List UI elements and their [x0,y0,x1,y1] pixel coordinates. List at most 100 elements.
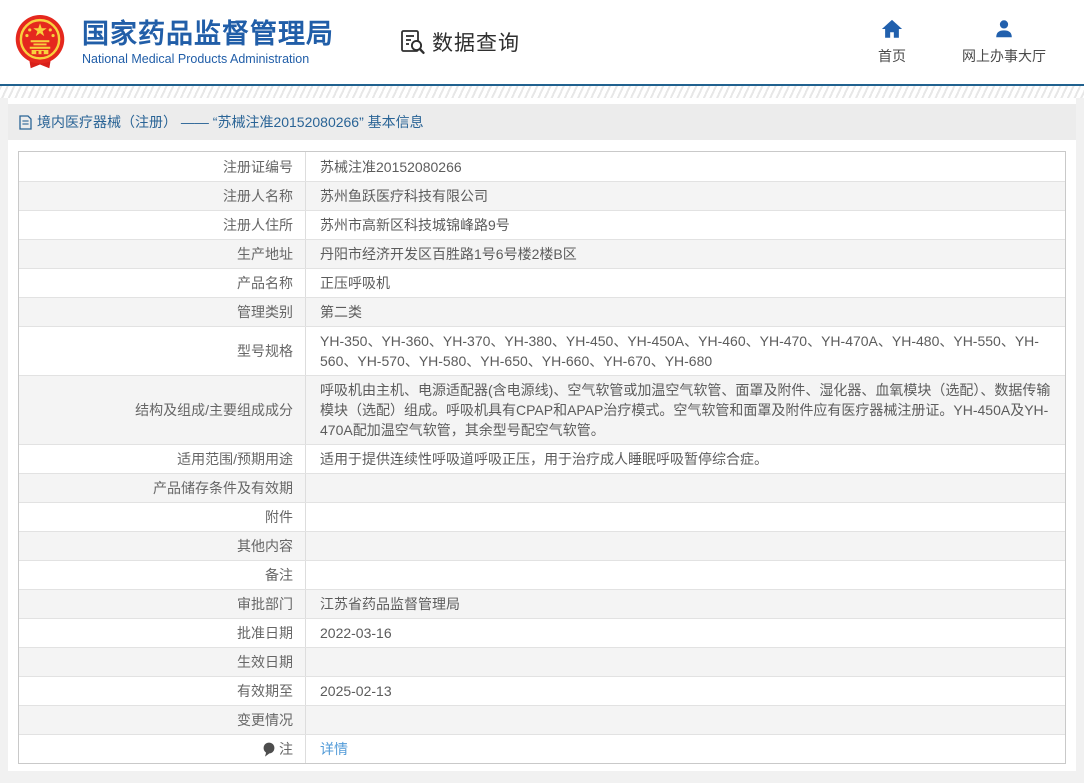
row-value [306,474,1065,502]
table-row: 变更情况 [19,705,1065,734]
registration-info-table: 注册证编号 苏械注准20152080266 注册人名称 苏州鱼跃医疗科技有限公司… [18,151,1066,764]
row-label-text: 变更情况 [237,712,293,728]
row-label: 变更情况 [19,706,306,734]
breadcrumb: 境内医疗器械（注册） —— “苏械注准20152080266” 基本信息 [8,104,1076,140]
row-label-text: 注册人住所 [223,217,293,233]
row-label: 其他内容 [19,532,306,560]
row-value-text: 第二类 [320,304,362,320]
header-hatch-divider [0,86,1084,98]
row-label: 生效日期 [19,648,306,676]
table-row: 注册证编号 苏械注准20152080266 [19,152,1065,181]
table-row: 其他内容 [19,531,1065,560]
note-balloon-icon [263,742,275,757]
row-value: 苏械注准20152080266 [306,152,1065,181]
row-value: 呼吸机由主机、电源适配器(含电源线)、空气软管或加温空气软管、面罩及附件、湿化器… [306,376,1065,444]
top-nav: 首页 网上办事大厅 [868,18,1060,66]
row-value: 2022-03-16 [306,619,1065,647]
row-label: 结构及组成/主要组成成分 [19,376,306,444]
row-label-text: 注册人名称 [223,188,293,204]
table-row: 注册人名称 苏州鱼跃医疗科技有限公司 [19,181,1065,210]
detail-link[interactable]: 详情 [320,739,348,759]
row-value-text: 2025-02-13 [320,683,392,699]
data-query-icon [401,30,425,54]
row-label-text: 审批部门 [237,596,293,612]
row-value [306,503,1065,531]
home-icon [881,19,903,38]
table-row: 批准日期 2022-03-16 [19,618,1065,647]
nav-label: 网上办事大厅 [962,48,1046,64]
row-value: 丹阳市经济开发区百胜路1号6号楼2楼B区 [306,240,1065,268]
row-label-text: 管理类别 [237,304,293,320]
row-label-text: 备注 [265,567,293,583]
row-value-text: 呼吸机由主机、电源适配器(含电源线)、空气软管或加温空气软管、面罩及附件、湿化器… [320,382,1051,438]
row-value: 苏州市高新区科技城锦峰路9号 [306,211,1065,239]
row-label: 注 [19,735,306,763]
row-label: 适用范围/预期用途 [19,445,306,473]
nav-label: 首页 [878,48,906,64]
row-value-text: 江苏省药品监督管理局 [320,596,460,612]
row-value: 苏州鱼跃医疗科技有限公司 [306,182,1065,210]
row-label-text: 注 [279,741,293,757]
row-label: 注册证编号 [19,152,306,181]
row-value-text: 苏械注准20152080266 [320,158,462,175]
row-label: 有效期至 [19,677,306,705]
row-label: 型号规格 [19,327,306,375]
nav-item-service-hall[interactable]: 网上办事大厅 [962,18,1046,66]
row-value [306,561,1065,589]
user-icon [996,20,1012,38]
row-label-text: 型号规格 [237,343,293,359]
row-label-text: 产品名称 [237,275,293,291]
content-panel: 境内医疗器械（注册） —— “苏械注准20152080266” 基本信息 注册证… [8,98,1076,771]
row-value [306,648,1065,676]
row-value-text: YH-350、YH-360、YH-370、YH-380、YH-450、YH-45… [320,333,1039,369]
row-label-text: 生产地址 [237,246,293,262]
nav-item-home[interactable]: 首页 [868,18,916,66]
row-value: 适用于提供连续性呼吸道呼吸正压，用于治疗成人睡眠呼吸暂停综合症。 [306,445,1065,473]
row-label: 附件 [19,503,306,531]
table-row: 管理类别 第二类 [19,297,1065,326]
row-label-text: 结构及组成/主要组成成分 [135,402,293,418]
document-icon [19,114,32,130]
row-value-text: 苏州市高新区科技城锦峰路9号 [320,217,510,233]
row-value: 正压呼吸机 [306,269,1065,297]
table-row: 生效日期 [19,647,1065,676]
row-label: 备注 [19,561,306,589]
table-row: 审批部门 江苏省药品监督管理局 [19,589,1065,618]
row-label: 管理类别 [19,298,306,326]
site-title-block: 国家药品监督管理局 National Medical Products Admi… [82,19,334,66]
table-row: 结构及组成/主要组成成分 呼吸机由主机、电源适配器(含电源线)、空气软管或加温空… [19,375,1065,444]
row-label: 生产地址 [19,240,306,268]
table-row: 注册人住所 苏州市高新区科技城锦峰路9号 [19,210,1065,239]
data-query-label: 数据查询 [432,32,520,55]
row-value [306,706,1065,734]
row-value-text: 2022-03-16 [320,625,392,641]
site-title: 国家药品监督管理局 [82,18,334,49]
table-row: 备注 [19,560,1065,589]
row-value-text: 适用于提供连续性呼吸道呼吸正压，用于治疗成人睡眠呼吸暂停综合症。 [320,451,768,467]
page-header: 国家药品监督管理局 National Medical Products Admi… [0,0,1084,86]
row-label: 产品储存条件及有效期 [19,474,306,502]
table-row: 生产地址 丹阳市经济开发区百胜路1号6号楼2楼B区 [19,239,1065,268]
row-label-text: 生效日期 [237,654,293,670]
table-row: 有效期至 2025-02-13 [19,676,1065,705]
table-row: 注 详情 [19,734,1065,763]
data-query-nav[interactable]: 数据查询 [398,27,520,57]
row-label-text: 产品储存条件及有效期 [153,480,293,496]
row-value [306,532,1065,560]
row-label-text: 适用范围/预期用途 [177,451,293,467]
row-label-text: 其他内容 [237,538,293,554]
site-subtitle: National Medical Products Administration [82,51,310,66]
row-label-text: 注册证编号 [223,158,293,175]
row-label-text: 有效期至 [237,683,293,699]
row-value-text: 丹阳市经济开发区百胜路1号6号楼2楼B区 [320,246,577,262]
row-label: 注册人名称 [19,182,306,210]
row-value-text: 苏州鱼跃医疗科技有限公司 [320,188,488,204]
table-row: 产品储存条件及有效期 [19,473,1065,502]
row-label: 注册人住所 [19,211,306,239]
row-value: 第二类 [306,298,1065,326]
row-value-text: 正压呼吸机 [320,275,390,291]
table-row: 适用范围/预期用途 适用于提供连续性呼吸道呼吸正压，用于治疗成人睡眠呼吸暂停综合… [19,444,1065,473]
row-value: 2025-02-13 [306,677,1065,705]
table-row: 型号规格 YH-350、YH-360、YH-370、YH-380、YH-450、… [19,326,1065,375]
row-value: 详情 [306,735,1065,763]
